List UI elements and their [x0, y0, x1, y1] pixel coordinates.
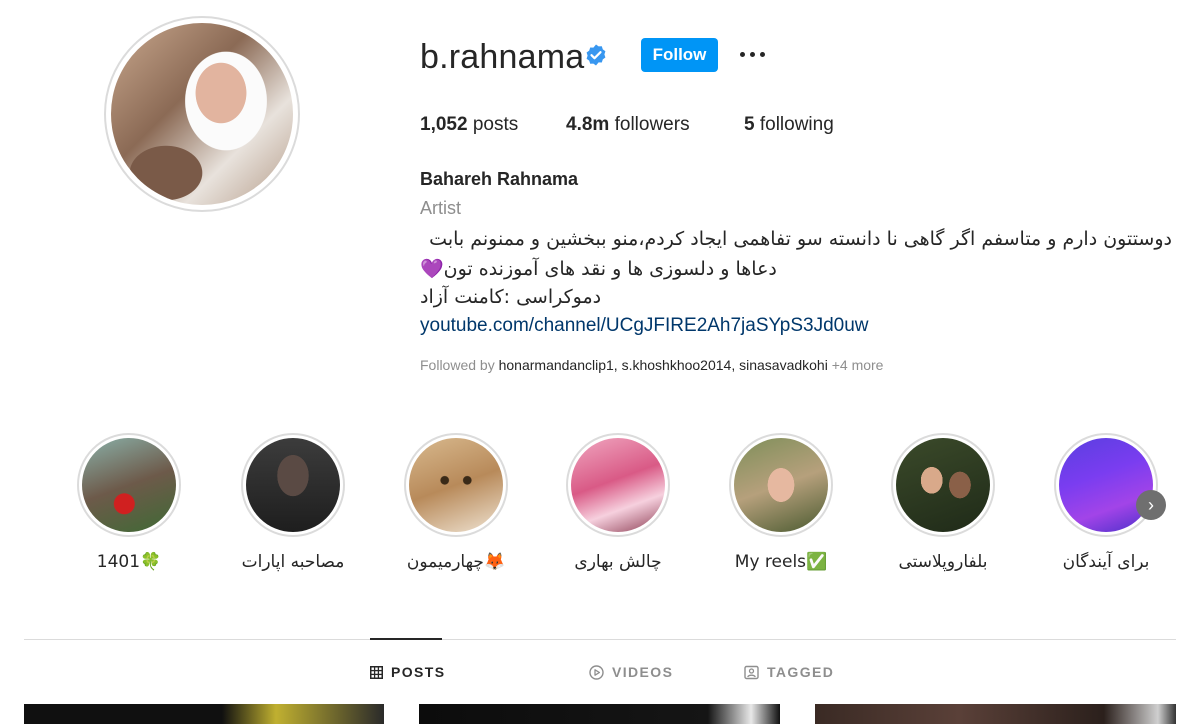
- tabs-divider: [24, 639, 1176, 640]
- avatar[interactable]: [111, 23, 293, 205]
- follow-button[interactable]: Follow: [641, 38, 718, 72]
- highlight-label: 1401🍀: [96, 552, 162, 572]
- highlight-cover: [734, 438, 828, 532]
- verified-badge-icon: [586, 44, 606, 66]
- highlight-label: چالش بهاری: [574, 552, 662, 572]
- highlight-cover: [1059, 438, 1153, 532]
- more-options-icon[interactable]: [738, 40, 768, 68]
- active-tab-indicator: [370, 638, 442, 640]
- highlight-label: مصاحبه اپارات: [241, 552, 345, 572]
- tab-tagged[interactable]: TAGGED: [744, 664, 834, 680]
- play-icon: [589, 664, 604, 680]
- followed-by-users: honarmandanclip1, s.khoshkhoo2014, sinas…: [498, 357, 828, 373]
- bio-line: دوستتون دارم و متاسفم اگر گاهی نا دانسته…: [429, 228, 1172, 250]
- following-label: following: [759, 114, 834, 135]
- highlight-label: بلفاروپلاستی: [898, 552, 988, 572]
- bio-line: دعاها و دلسوزی ها و نقد های آموزنده تون💜: [420, 258, 777, 280]
- category-label: Artist: [420, 198, 462, 218]
- profile-link[interactable]: youtube.com/channel/UCgJFIRE2Ah7jaSYpS3J…: [420, 315, 869, 337]
- tab-tagged-label: TAGGED: [767, 664, 835, 680]
- post-thumbnail[interactable]: [815, 704, 1176, 724]
- tab-posts-label: POSTS: [391, 664, 446, 680]
- followed-by-prefix: Followed by: [420, 357, 495, 373]
- tab-posts[interactable]: POSTS: [370, 664, 445, 680]
- highlight-label: My reels✅: [734, 552, 828, 572]
- highlight-cover: [82, 438, 176, 532]
- highlight-label: چهارمیمون🦊: [406, 552, 506, 572]
- highlight-cover: [246, 438, 340, 532]
- following-stat[interactable]: 5 following: [744, 114, 834, 136]
- highlight-cover: [571, 438, 665, 532]
- tab-videos-label: VIDEOS: [612, 664, 674, 680]
- posts-label: posts: [472, 114, 519, 135]
- tab-videos[interactable]: VIDEOS: [589, 664, 673, 680]
- following-count: 5: [744, 114, 755, 135]
- followers-count: 4.8m: [566, 114, 610, 135]
- post-thumbnail[interactable]: [419, 704, 780, 724]
- followers-label: followers: [614, 114, 690, 135]
- highlight-cover: [896, 438, 990, 532]
- chevron-right-icon[interactable]: ›: [1136, 490, 1166, 520]
- posts-count: 1,052: [420, 114, 468, 135]
- followers-stat[interactable]: 4.8m followers: [566, 114, 690, 136]
- followed-by-more: +4 more: [831, 357, 884, 373]
- followed-by[interactable]: Followed by honarmandanclip1, s.khoshkho…: [420, 357, 883, 373]
- full-name: Bahareh Rahnama: [420, 169, 579, 189]
- post-thumbnail[interactable]: [24, 704, 384, 724]
- username: b.rahnama: [420, 38, 585, 76]
- tag-icon: [744, 665, 759, 679]
- highlight-label: برای آیندگان: [1062, 552, 1150, 572]
- grid-icon: [370, 665, 383, 679]
- bio-line: دموکراسی :کامنت آزاد: [420, 286, 602, 308]
- posts-stat: 1,052 posts: [420, 114, 518, 136]
- highlight-cover: [409, 438, 503, 532]
